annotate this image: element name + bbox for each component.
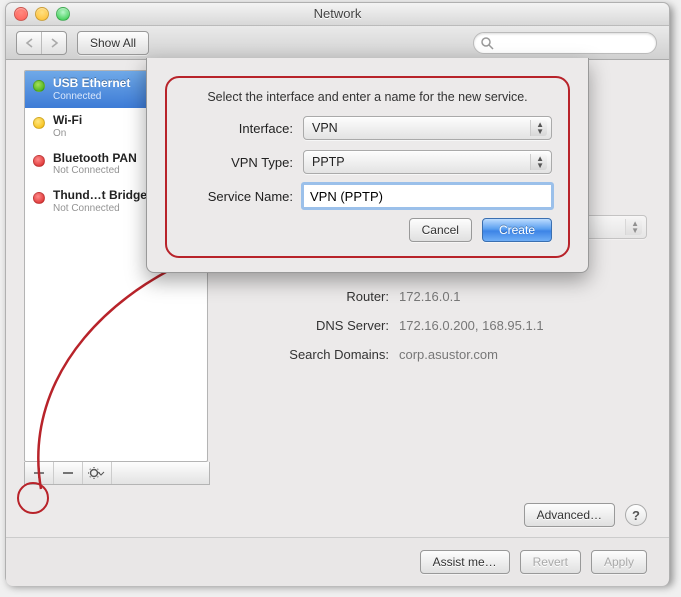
help-button[interactable]: ? <box>625 504 647 526</box>
search-domains-label: Search Domains: <box>229 347 389 362</box>
question-icon: ? <box>632 508 640 523</box>
service-status: Not Connected <box>53 165 137 177</box>
service-name: Thund…t Bridge <box>53 189 147 203</box>
search-domains-value: corp.asustor.com <box>399 347 647 362</box>
status-dot-icon <box>33 80 45 92</box>
new-service-sheet: Select the interface and enter a name fo… <box>146 58 589 273</box>
sheet-buttons: Cancel Create <box>183 218 552 242</box>
forward-icon <box>50 38 59 48</box>
preferences-window: Network Show All <box>5 2 670 584</box>
window-title: Network <box>314 6 362 21</box>
service-name: USB Ethernet <box>53 77 130 91</box>
remove-service-button[interactable] <box>54 462 83 484</box>
search-input[interactable] <box>498 35 650 51</box>
service-text: Bluetooth PAN Not Connected <box>53 152 137 177</box>
service-text: USB Ethernet Connected <box>53 77 130 102</box>
vpn-type-label: VPN Type: <box>183 155 293 170</box>
sheet-highlight-annotation: Select the interface and enter a name fo… <box>165 76 570 258</box>
interface-popup[interactable]: VPN ▲▼ <box>303 116 552 140</box>
search-icon <box>480 36 494 50</box>
toolbar: Show All <box>6 26 669 60</box>
vpn-type-row: VPN Type: PPTP ▲▼ <box>183 150 552 174</box>
close-window-button[interactable] <box>14 7 28 21</box>
back-icon <box>25 38 34 48</box>
dns-server-label: DNS Server: <box>229 318 389 333</box>
vpn-type-popup[interactable]: PPTP ▲▼ <box>303 150 552 174</box>
minimize-window-button[interactable] <box>35 7 49 21</box>
service-status: Not Connected <box>53 203 147 215</box>
updown-icon: ▲▼ <box>631 220 639 234</box>
toolbar-spacer <box>112 462 209 484</box>
router-value: 172.16.0.1 <box>399 289 647 304</box>
interface-value: VPN <box>312 121 338 135</box>
create-button[interactable]: Create <box>482 218 552 242</box>
search-field[interactable] <box>473 32 657 54</box>
service-name-row: Service Name: <box>183 184 552 208</box>
minus-icon <box>62 467 74 479</box>
window-controls <box>14 7 70 21</box>
status-dot-icon <box>33 155 45 167</box>
cancel-button[interactable]: Cancel <box>409 218 472 242</box>
service-name: Wi-Fi <box>53 114 82 128</box>
service-text: Thund…t Bridge Not Connected <box>53 189 147 214</box>
advanced-button[interactable]: Advanced… <box>524 503 615 527</box>
status-dot-icon <box>33 192 45 204</box>
status-dot-icon <box>33 117 45 129</box>
revert-button[interactable]: Revert <box>520 550 581 574</box>
updown-icon: ▲▼ <box>536 155 544 169</box>
sheet-prompt: Select the interface and enter a name fo… <box>183 90 552 104</box>
zoom-window-button[interactable] <box>56 7 70 21</box>
gear-icon <box>88 467 106 479</box>
router-label: Router: <box>229 289 389 304</box>
service-name: Bluetooth PAN <box>53 152 137 166</box>
back-button[interactable] <box>17 32 41 54</box>
service-actions-button[interactable] <box>83 462 112 484</box>
add-service-button[interactable] <box>25 462 54 484</box>
vpn-type-value: PPTP <box>312 155 345 169</box>
service-text: Wi-Fi On <box>53 114 82 139</box>
show-all-button[interactable]: Show All <box>77 31 149 55</box>
service-status: Connected <box>53 91 130 103</box>
interface-label: Interface: <box>183 121 293 136</box>
service-name-input[interactable] <box>303 184 552 208</box>
footer: Assist me… Revert Apply <box>6 537 669 586</box>
service-name-label: Service Name: <box>183 189 293 204</box>
interface-row: Interface: VPN ▲▼ <box>183 116 552 140</box>
dns-server-value: 172.16.0.200, 168.95.1.1 <box>399 318 647 333</box>
main-bottom-bar: Advanced… ? <box>524 503 647 527</box>
assist-me-button[interactable]: Assist me… <box>420 550 510 574</box>
service-list-toolbar <box>24 462 210 485</box>
plus-icon <box>33 467 45 479</box>
nav-buttons <box>16 31 67 55</box>
titlebar: Network <box>6 3 669 26</box>
updown-icon: ▲▼ <box>536 121 544 135</box>
forward-button[interactable] <box>41 32 66 54</box>
apply-button[interactable]: Apply <box>591 550 647 574</box>
service-status: On <box>53 128 82 140</box>
